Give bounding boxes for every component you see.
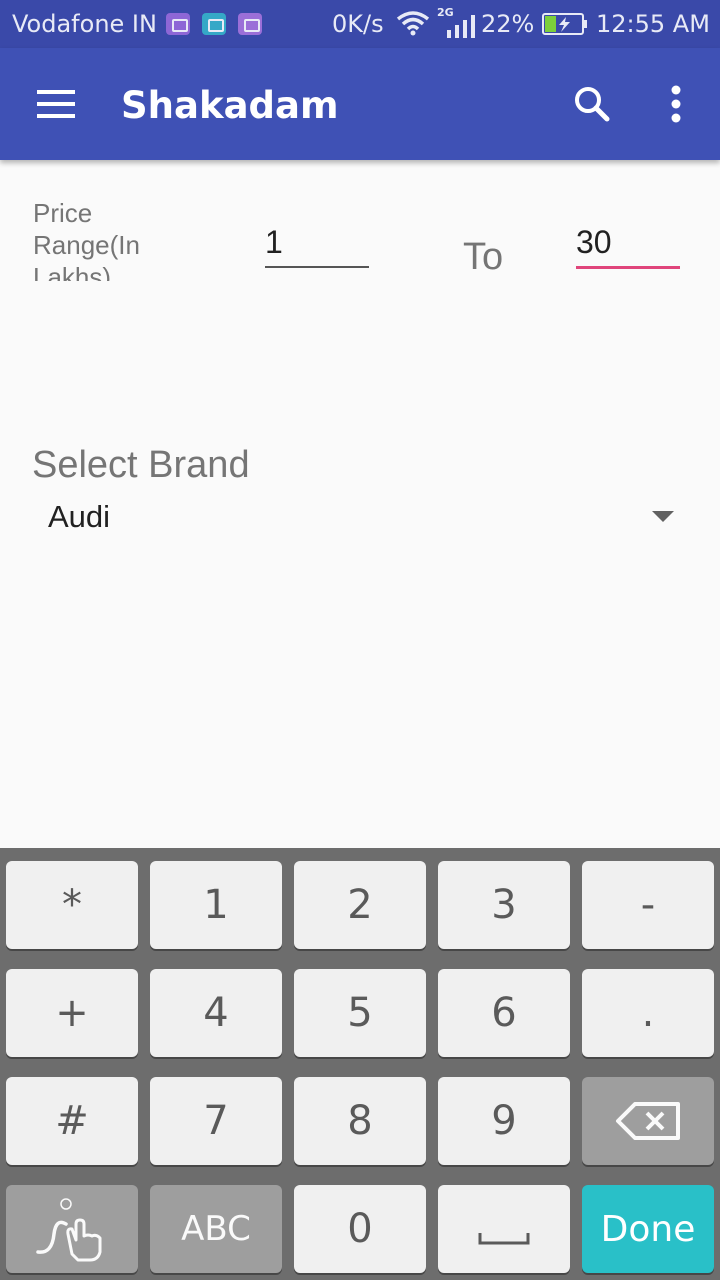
battery-charging-icon [542, 13, 587, 35]
key-minus[interactable]: - [582, 861, 714, 949]
key-1[interactable]: 1 [150, 861, 282, 949]
app-title: Shakadam [121, 84, 339, 127]
key-asterisk[interactable]: * [6, 861, 138, 949]
key-9[interactable]: 9 [438, 1077, 570, 1165]
battery-percent: 22% [481, 10, 535, 38]
key-5[interactable]: 5 [294, 969, 426, 1057]
abc-key[interactable]: ABC [150, 1185, 282, 1273]
numeric-keyboard: * 1 2 3 - + 4 5 6 . # 7 8 9 ABC 0 Done [0, 848, 720, 1280]
more-options-icon[interactable] [656, 80, 696, 128]
gesture-icon [36, 1198, 102, 1262]
price-range-label: Price Range(In Lakhs) [33, 198, 140, 281]
dropdown-arrow-icon [652, 511, 674, 522]
carrier-name: Vodafone IN [12, 10, 157, 38]
backspace-key[interactable] [582, 1077, 714, 1165]
selected-brand: Audi [48, 499, 111, 534]
brand-dropdown[interactable]: Audi [32, 493, 688, 545]
clock: 12:55 AM [596, 10, 710, 38]
key-3[interactable]: 3 [438, 861, 570, 949]
search-icon[interactable] [568, 80, 616, 128]
key-7[interactable]: 7 [150, 1077, 282, 1165]
backspace-icon [616, 1102, 680, 1140]
android-notification-icon [202, 13, 226, 35]
key-0[interactable]: 0 [294, 1185, 426, 1273]
notification-icons [166, 13, 262, 35]
space-icon [478, 1233, 530, 1245]
key-period[interactable]: . [582, 969, 714, 1057]
price-to-input[interactable] [576, 218, 680, 269]
key-6[interactable]: 6 [438, 969, 570, 1057]
key-8[interactable]: 8 [294, 1077, 426, 1165]
image-notification-icon [238, 13, 262, 35]
app-bar: Shakadam [0, 48, 720, 160]
message-notification-icon [166, 13, 190, 35]
done-button[interactable]: Done [582, 1185, 714, 1273]
signal-icon [447, 15, 475, 38]
gesture-input-key[interactable] [6, 1185, 138, 1273]
status-bar: Vodafone IN 0K/s 2G 22% 12:55 AM [0, 0, 720, 48]
key-4[interactable]: 4 [150, 969, 282, 1057]
select-brand-label: Select Brand [32, 444, 250, 486]
network-speed: 0K/s [332, 10, 384, 38]
key-plus[interactable]: + [6, 969, 138, 1057]
price-from-input[interactable] [265, 218, 369, 268]
space-key[interactable] [438, 1185, 570, 1273]
to-label: To [463, 236, 504, 278]
key-2[interactable]: 2 [294, 861, 426, 949]
key-hash[interactable]: # [6, 1077, 138, 1165]
wifi-icon [396, 11, 430, 36]
menu-icon[interactable] [30, 86, 82, 122]
